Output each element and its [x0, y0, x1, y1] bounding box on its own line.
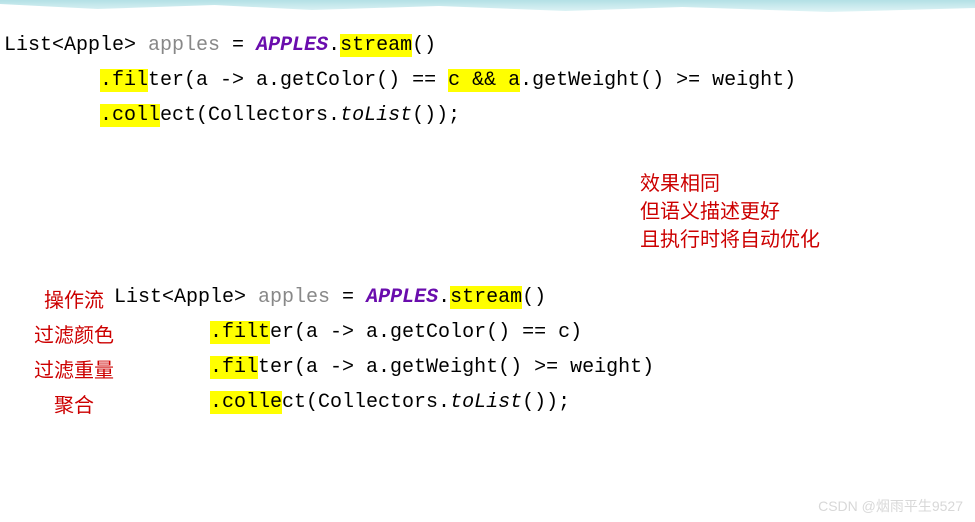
- code-highlight: .fil: [210, 356, 258, 379]
- code-text: .getWeight() >= weight): [520, 69, 796, 92]
- code-text: .: [328, 34, 340, 57]
- code-text: er(a -> a.getColor() == c): [270, 321, 582, 344]
- indent: [114, 391, 210, 414]
- code-text: =: [330, 286, 366, 309]
- code-method: toList: [450, 391, 522, 414]
- code-var: apples: [258, 286, 330, 309]
- comment-line-2: 但语义描述更好: [640, 198, 820, 226]
- code-line-3: .filter(a -> a.getWeight() >= weight): [114, 350, 654, 385]
- code-method: toList: [340, 104, 412, 127]
- code-line-1: List<Apple> apples = APPLES.stream(): [114, 280, 654, 315]
- code-var: apples: [148, 34, 220, 57]
- code-text: List<Apple>: [4, 34, 148, 57]
- indent: [114, 356, 210, 379]
- code-highlight: .colle: [210, 391, 282, 414]
- code-text: .: [438, 286, 450, 309]
- indent: [4, 69, 100, 92]
- code-line-2: .filter(a -> a.getColor() == c && a.getW…: [4, 63, 796, 98]
- code-line-3: .collect(Collectors.toList());: [4, 98, 796, 133]
- watermark: CSDN @烟雨平生9527: [818, 496, 963, 516]
- code-text: ter(a -> a.getColor() ==: [148, 69, 448, 92]
- label-stream: 操作流: [44, 284, 104, 313]
- code-highlight: stream: [450, 286, 522, 309]
- label-filter-weight: 过滤重量: [34, 354, 114, 383]
- code-text: (): [412, 34, 436, 57]
- code-text: ect(Collectors.: [160, 104, 340, 127]
- code-line-1: List<Apple> apples = APPLES.stream(): [4, 28, 796, 63]
- code-line-2: .filter(a -> a.getColor() == c): [114, 315, 654, 350]
- code-block-bottom: List<Apple> apples = APPLES.stream() .fi…: [114, 280, 654, 420]
- code-line-4: .collect(Collectors.toList());: [114, 385, 654, 420]
- code-highlight: .filt: [210, 321, 270, 344]
- comment-line-1: 效果相同: [640, 170, 820, 198]
- code-text: (): [522, 286, 546, 309]
- code-text: ());: [412, 104, 460, 127]
- code-text: =: [220, 34, 256, 57]
- code-highlight: stream: [340, 34, 412, 57]
- code-const: APPLES: [256, 34, 328, 57]
- code-block-top: List<Apple> apples = APPLES.stream() .fi…: [4, 28, 796, 133]
- code-text: ter(a -> a.getWeight() >= weight): [258, 356, 654, 379]
- code-const: APPLES: [366, 286, 438, 309]
- comment-line-3: 且执行时将自动优化: [640, 226, 820, 254]
- code-highlight: c && a: [448, 69, 520, 92]
- decorative-wave: [0, 0, 975, 20]
- code-text: ct(Collectors.: [282, 391, 450, 414]
- label-filter-color: 过滤颜色: [34, 319, 114, 348]
- indent: [114, 321, 210, 344]
- code-highlight: .coll: [100, 104, 160, 127]
- code-text: List<Apple>: [114, 286, 258, 309]
- code-text: ());: [522, 391, 570, 414]
- indent: [4, 104, 100, 127]
- comment-annotations: 效果相同 但语义描述更好 且执行时将自动优化: [640, 170, 820, 254]
- code-highlight: .fil: [100, 69, 148, 92]
- label-collect: 聚合: [54, 389, 94, 418]
